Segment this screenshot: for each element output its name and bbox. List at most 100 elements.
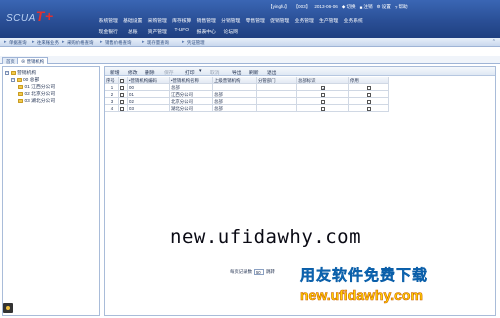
- table-cell[interactable]: 03: [128, 105, 170, 112]
- quick-nav-item[interactable]: 采购价格查询: [67, 40, 93, 46]
- toolbar-button[interactable]: 删除: [145, 69, 155, 76]
- quick-nav-item[interactable]: 单据查询: [9, 40, 27, 46]
- table-cell[interactable]: [297, 84, 349, 91]
- expand-icon[interactable]: −: [5, 70, 9, 75]
- row-select-checkbox[interactable]: [120, 99, 124, 104]
- column-header[interactable]: 总部标识: [297, 77, 349, 84]
- row-select-checkbox[interactable]: [120, 106, 124, 111]
- table-cell[interactable]: [119, 98, 128, 105]
- tree-leaf[interactable]: 01 江西分公司: [18, 83, 55, 90]
- table-cell[interactable]: [349, 98, 389, 105]
- table-cell[interactable]: [119, 91, 128, 98]
- toolbar-button[interactable]: 取消: [210, 69, 220, 76]
- table-cell[interactable]: [297, 91, 349, 98]
- row-select-checkbox[interactable]: [120, 85, 124, 90]
- arrow-icon: ▸: [182, 39, 185, 45]
- table-cell[interactable]: 江西分公司: [170, 91, 213, 98]
- hq-flag-checkbox[interactable]: [321, 99, 325, 104]
- tree-leaf[interactable]: 02 北京分公司: [18, 90, 55, 97]
- menu-item[interactable]: 采购管理: [145, 17, 170, 24]
- menu-item[interactable]: 基础设置: [121, 17, 146, 24]
- toolbar-button[interactable]: 打印: [185, 69, 195, 76]
- menu-item[interactable]: 业务系统: [341, 17, 366, 24]
- table-cell[interactable]: 北京分公司: [170, 98, 213, 105]
- table-cell[interactable]: [257, 84, 297, 91]
- table-cell[interactable]: [119, 84, 128, 91]
- toolbar-button[interactable]: 新增: [110, 69, 120, 76]
- table-cell[interactable]: 02: [128, 98, 170, 105]
- disabled-checkbox[interactable]: [367, 85, 371, 90]
- settings-button[interactable]: ⚙ 设置: [377, 4, 391, 10]
- table-cell[interactable]: [119, 105, 128, 112]
- menu-item[interactable]: 分销管理: [219, 17, 244, 24]
- menu-item[interactable]: 报表中心: [194, 28, 219, 35]
- switch-button[interactable]: ◆ 切换: [342, 4, 356, 10]
- column-header[interactable]: •营销机构名称: [170, 77, 213, 84]
- tree-node-hq[interactable]: − 00 总部: [11, 76, 39, 83]
- sidebar-toggle-icon[interactable]: [3, 303, 13, 313]
- page-size-input[interactable]: 50: [253, 269, 264, 275]
- column-header[interactable]: [119, 77, 128, 84]
- column-header[interactable]: 停用: [349, 77, 389, 84]
- table-cell[interactable]: 总部: [213, 91, 257, 98]
- hq-flag-checkbox[interactable]: [321, 106, 325, 111]
- disabled-checkbox[interactable]: [367, 92, 371, 97]
- menu-item[interactable]: 现金银行: [96, 28, 121, 35]
- row-select-checkbox[interactable]: [120, 92, 124, 97]
- logout-button[interactable]: ■ 注销: [360, 4, 373, 10]
- table-cell[interactable]: [257, 98, 297, 105]
- menu-item[interactable]: T-UFO: [170, 28, 195, 35]
- tab-sales-org[interactable]: ⊗ 营销机构: [17, 57, 49, 64]
- select-all-checkbox[interactable]: [120, 78, 124, 83]
- table-cell[interactable]: [349, 84, 389, 91]
- quick-nav-item[interactable]: 销售价格查询: [105, 40, 131, 46]
- table-cell: 3: [105, 98, 119, 105]
- disabled-checkbox[interactable]: [367, 106, 371, 111]
- column-header[interactable]: •营销机构编码: [128, 77, 170, 84]
- toolbar-button[interactable]: 导出: [232, 69, 242, 76]
- table-cell[interactable]: 总部: [170, 84, 213, 91]
- table-cell[interactable]: 湖北分公司: [170, 105, 213, 112]
- hq-flag-checkbox[interactable]: [321, 92, 325, 97]
- hq-flag-checkbox[interactable]: [321, 85, 325, 90]
- column-header[interactable]: 序号: [105, 77, 119, 84]
- menu-item[interactable]: 促销管理: [268, 17, 293, 24]
- quick-nav-item[interactable]: 现存量查询: [147, 40, 169, 46]
- table-cell[interactable]: [257, 91, 297, 98]
- collapse-icon[interactable]: ⌃: [492, 39, 496, 45]
- menu-item[interactable]: 业务管理: [292, 17, 317, 24]
- menu-item[interactable]: 系统管理: [96, 17, 121, 24]
- table-cell[interactable]: [257, 105, 297, 112]
- table-cell[interactable]: [349, 105, 389, 112]
- menu-item[interactable]: 论坛网: [219, 28, 244, 35]
- column-header[interactable]: 上级营销机构: [213, 77, 257, 84]
- table-cell[interactable]: 00: [128, 84, 170, 91]
- menu-item[interactable]: 零售管理: [243, 17, 268, 24]
- menu-item[interactable]: 总账: [121, 28, 146, 35]
- help-button[interactable]: ? 帮助: [395, 4, 408, 10]
- menu-item[interactable]: 资产管理: [145, 28, 170, 35]
- quick-nav-item[interactable]: 往来账业务: [37, 40, 59, 46]
- page-jump-label[interactable]: 跳转: [266, 269, 275, 275]
- menu-item[interactable]: 库存核算: [170, 17, 195, 24]
- table-cell[interactable]: 总部: [213, 98, 257, 105]
- menu-item[interactable]: 销售管理: [194, 17, 219, 24]
- table-cell[interactable]: [213, 84, 257, 91]
- table-cell[interactable]: 总部: [213, 105, 257, 112]
- toolbar-button[interactable]: 刷新: [249, 69, 259, 76]
- table-cell[interactable]: [297, 98, 349, 105]
- table-cell[interactable]: [297, 105, 349, 112]
- quick-nav-item[interactable]: 凭证管理: [187, 40, 205, 46]
- toolbar-button[interactable]: 修改: [128, 69, 138, 76]
- column-header[interactable]: 分管部门: [257, 77, 297, 84]
- menu-item[interactable]: 生产管理: [317, 17, 342, 24]
- table-cell[interactable]: [349, 91, 389, 98]
- tree-leaf[interactable]: 03 湖北分公司: [18, 97, 55, 104]
- toolbar-button[interactable]: 退出: [267, 69, 277, 76]
- expand-icon[interactable]: −: [11, 77, 15, 82]
- table-cell[interactable]: 01: [128, 91, 170, 98]
- disabled-checkbox[interactable]: [367, 99, 371, 104]
- dropdown-icon[interactable]: ▾: [199, 69, 201, 74]
- tree-root[interactable]: − 营销机构: [5, 69, 36, 76]
- toolbar-button[interactable]: 保存: [164, 69, 174, 76]
